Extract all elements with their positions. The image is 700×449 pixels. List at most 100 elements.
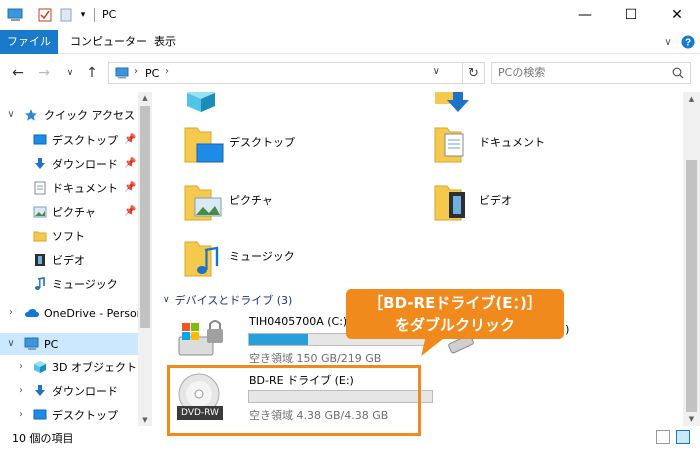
title-bar: ▾ PC — ☐ ✕ [0,0,700,30]
pin-icon[interactable]: 📌 [124,206,136,217]
drive-name: TIH0405700A (C:) [249,315,348,328]
nav-pc[interactable]: ∨ PC [0,333,138,355]
nav-label: デスクトップ [52,409,118,422]
details-view-icon[interactable] [656,430,670,444]
sidebar-item-videos[interactable]: ビデオ [0,249,138,271]
sidebar-item-desktop[interactable]: デスクトップ 📌 [0,129,138,151]
desktop-icon [33,408,47,422]
navigation-pane: ∨ クイック アクセス デスクトップ 📌 ダウンロード 📌 ドキュメント 📌 ピ… [0,92,152,426]
help-icon[interactable]: ? [680,34,696,50]
tab-file[interactable]: ファイル [0,30,58,54]
scroll-up-icon[interactable]: ▲ [138,92,152,104]
videos-folder-icon [434,185,465,221]
nav-label: ミュージック [52,278,118,291]
close-button[interactable]: ✕ [654,0,700,30]
large-icons-view-icon[interactable] [676,430,690,444]
svg-text:?: ? [685,38,691,49]
drive-space-info: 空き領域 150 GB/219 GB [249,352,382,365]
folder-pictures[interactable]: ピクチャ [183,182,423,232]
chevron-down-icon[interactable]: ∨ [6,338,16,349]
cloud-icon [24,307,39,321]
download-icon [33,157,47,171]
breadcrumb-pc[interactable]: PC [145,67,159,80]
maximize-button[interactable]: ☐ [608,0,654,30]
sidebar-item-music[interactable]: ミュージック [0,273,138,295]
pin-icon[interactable]: 📌 [124,134,136,145]
pin-icon[interactable]: 📌 [124,182,136,193]
pictures-icon [33,205,47,219]
section-title: デバイスとドライブ (3) [174,294,293,307]
properties-icon[interactable] [36,7,54,23]
chevron-right-icon[interactable]: › [16,409,26,420]
pc-icon [24,337,39,351]
nav-label: ダウンロード [52,385,118,398]
nav-onedrive[interactable]: › OneDrive - Person [0,302,144,324]
new-folder-icon[interactable] [58,7,74,23]
star-icon [24,108,38,122]
nav-quick-access[interactable]: ∨ クイック アクセス [0,104,138,126]
window-title: PC [102,8,117,21]
search-box[interactable] [491,62,691,84]
scrollbar-thumb[interactable] [140,106,150,328]
folder-music[interactable]: ミュージック [183,238,423,288]
sidebar-item-documents[interactable]: ドキュメント 📌 [0,177,138,199]
recent-locations-icon[interactable]: ∨ [60,63,80,83]
pin-icon[interactable]: 📌 [124,158,136,169]
system-drive-lock-icon [178,320,223,356]
nav-label: ドキュメント [52,182,118,195]
chevron-right-icon[interactable]: › [16,385,26,396]
sidebar-item-pictures[interactable]: ピクチャ 📌 [0,201,138,223]
refresh-button[interactable]: ↻ [463,62,485,84]
nav-label: PC [44,337,59,351]
sidebar-item-pc-desktop[interactable]: › デスクトップ [0,404,138,426]
chevron-down-icon[interactable]: ∨ [163,295,170,305]
content-scrollbar[interactable]: ▲ ▼ [683,92,700,426]
chevron-down-icon[interactable]: ∨ [660,34,676,50]
scroll-down-icon[interactable]: ▼ [683,412,700,426]
nav-label: ソフト [52,230,85,243]
sidebar-item-pc-downloads[interactable]: › ダウンロード [0,380,138,402]
sidebar-item-soft[interactable]: ソフト [0,225,138,247]
customize-toolbar-icon[interactable]: ▾ [76,7,90,23]
folder-label: ピクチャ [229,194,273,207]
up-button[interactable]: ↑ [82,63,102,83]
chevron-right-icon[interactable]: › [165,66,169,77]
chevron-right-icon[interactable]: › [16,361,26,372]
search-input[interactable] [498,66,658,79]
sidebar-item-downloads[interactable]: ダウンロード 📌 [0,153,138,175]
pictures-folder-icon [184,185,222,221]
callout-line: をダブルクリック [394,316,515,334]
address-dropdown-icon[interactable]: ∨ [433,66,440,77]
document-icon [33,181,47,195]
address-bar[interactable]: › PC › ∨ [108,62,463,84]
folder-icon [33,229,47,243]
scroll-down-icon[interactable]: ▼ [138,414,152,426]
title-separator [94,8,95,22]
folder-label: ドキュメント [479,136,545,149]
back-button[interactable]: ← [8,63,28,83]
tab-view[interactable]: 表示 [142,30,188,54]
scroll-up-icon[interactable]: ▲ [683,92,700,106]
folder-desktop[interactable]: デスクトップ [183,124,423,174]
download-icon [33,384,47,398]
folder-documents[interactable]: ドキュメント [433,124,673,174]
minimize-button[interactable]: — [562,0,608,30]
chevron-right-icon[interactable]: › [134,66,138,77]
drive-usage-fill [249,334,308,345]
search-icon[interactable] [672,67,684,82]
nav-label: ピクチャ [52,206,96,219]
chevron-right-icon[interactable]: › [6,307,16,318]
folder-label: デスクトップ [229,136,295,149]
chevron-down-icon[interactable]: ∨ [6,109,16,120]
folder-label: ミュージック [229,250,295,263]
folder-videos[interactable]: ビデオ [433,182,673,232]
desktop-folder-icon [184,127,224,163]
nav-scrollbar[interactable]: ▲ ▼ [138,92,152,426]
cube-icon [33,360,47,374]
sidebar-item-3d-objects[interactable]: › 3D オブジェクト [0,356,138,378]
highlight-box [167,365,421,436]
forward-button[interactable]: → [34,63,54,83]
scrollbar-thumb[interactable] [686,160,697,412]
section-header-devices[interactable]: ∨ デバイスとドライブ (3) [163,292,292,308]
cube-icon [187,92,215,112]
